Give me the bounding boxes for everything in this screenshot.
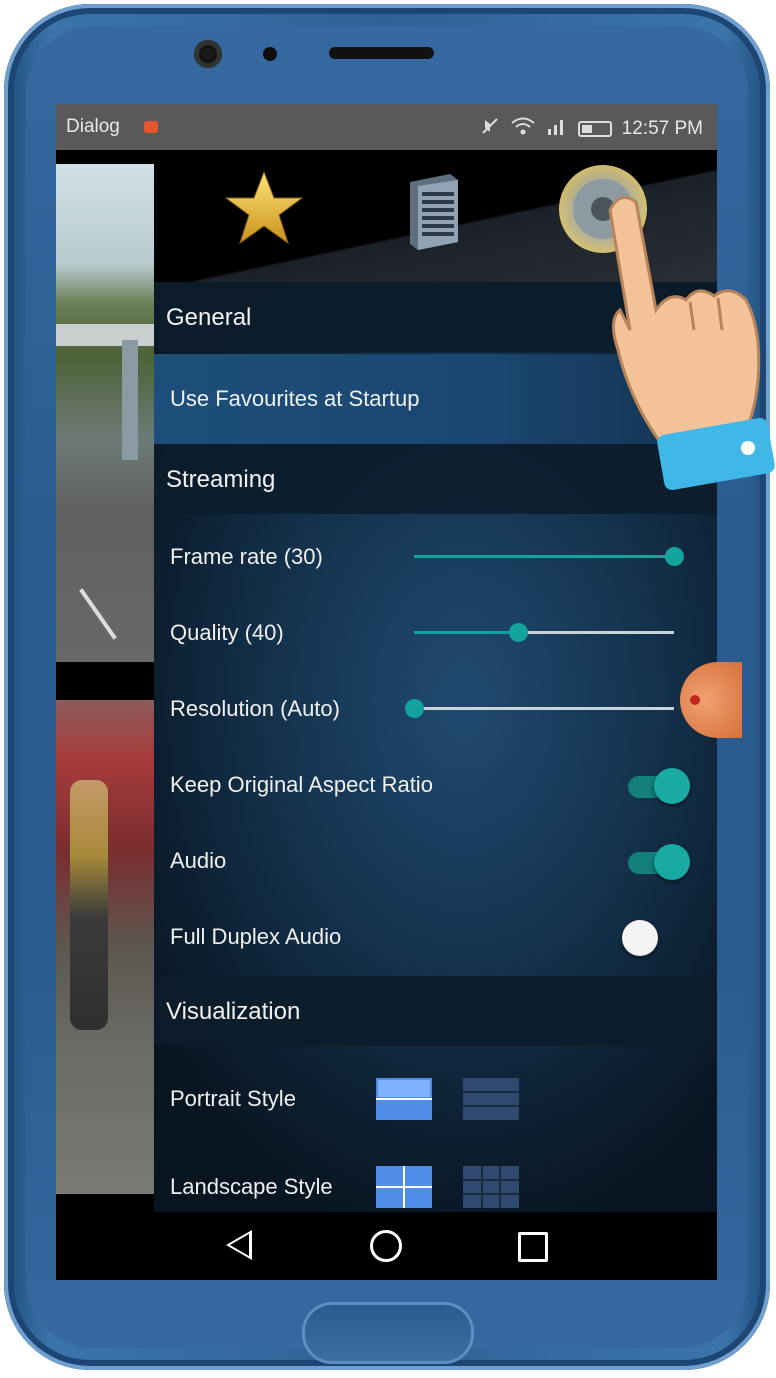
setting-label: Full Duplex Audio bbox=[170, 924, 342, 949]
full-duplex-switch[interactable] bbox=[622, 920, 684, 956]
battery-icon bbox=[577, 121, 612, 137]
status-app-name: Dialog bbox=[66, 116, 120, 137]
mute-icon bbox=[480, 116, 500, 142]
thumbnail-lane bbox=[79, 588, 117, 640]
camera-thumbnail-2[interactable] bbox=[56, 700, 154, 1194]
landscape-layout-grid-icon[interactable] bbox=[463, 1166, 519, 1208]
setting-label: Audio bbox=[170, 848, 227, 873]
thumbnail-person bbox=[70, 780, 108, 1030]
switch-thumb bbox=[654, 844, 690, 880]
front-camera bbox=[194, 40, 222, 68]
section-title: General bbox=[166, 304, 252, 331]
frame-rate-slider[interactable] bbox=[414, 547, 684, 566]
notification-icon bbox=[144, 121, 158, 133]
setting-label: Keep Original Aspect Ratio bbox=[170, 772, 433, 797]
setting-label: Quality (40) bbox=[170, 620, 284, 645]
section-title: Visualization bbox=[166, 998, 301, 1025]
home-icon[interactable] bbox=[370, 1230, 402, 1262]
setting-label: Resolution (Auto) bbox=[170, 696, 340, 721]
status-icons: 12:57 PM bbox=[480, 116, 703, 142]
portrait-layout-single-icon[interactable] bbox=[376, 1078, 432, 1120]
server-icon[interactable] bbox=[402, 172, 460, 252]
setting-label: Portrait Style bbox=[170, 1086, 296, 1111]
camera-thumbnail-1[interactable] bbox=[56, 164, 154, 662]
switch-thumb bbox=[654, 768, 690, 804]
audio-switch[interactable] bbox=[628, 844, 690, 880]
signal-icon bbox=[546, 117, 568, 141]
thumbnail-pillar bbox=[122, 340, 138, 460]
setting-full-duplex[interactable]: Full Duplex Audio bbox=[154, 900, 717, 974]
slider-fill bbox=[414, 555, 674, 558]
setting-quality[interactable]: Quality (40) bbox=[154, 596, 717, 670]
navigation-bar bbox=[56, 1212, 717, 1280]
proximity-sensor bbox=[263, 47, 277, 61]
switch-thumb bbox=[622, 920, 658, 956]
setting-label: Use Favourites at Startup bbox=[170, 386, 420, 411]
slider-knob[interactable] bbox=[405, 699, 424, 718]
home-hardware-button[interactable] bbox=[302, 1302, 474, 1364]
landscape-layout-quad-icon[interactable] bbox=[376, 1166, 432, 1208]
wifi-icon bbox=[510, 116, 536, 142]
pointing-hand-icon bbox=[608, 196, 775, 491]
status-bar: Dialog 12:57 PM bbox=[56, 104, 717, 150]
slider-knob[interactable] bbox=[665, 547, 684, 566]
setting-keep-aspect[interactable]: Keep Original Aspect Ratio bbox=[154, 748, 717, 822]
setting-portrait-style: Portrait Style bbox=[154, 1062, 717, 1136]
portrait-layout-split-icon[interactable] bbox=[463, 1078, 519, 1120]
setting-frame-rate[interactable]: Frame rate (30) bbox=[154, 520, 717, 594]
recent-apps-icon[interactable] bbox=[518, 1232, 548, 1262]
status-time: 12:57 PM bbox=[621, 118, 703, 139]
section-title: Streaming bbox=[166, 466, 276, 493]
star-icon[interactable] bbox=[224, 170, 304, 246]
setting-resolution[interactable]: Resolution (Auto) bbox=[154, 672, 717, 746]
slider-fill bbox=[414, 631, 518, 634]
slider-knob[interactable] bbox=[509, 623, 528, 642]
keep-aspect-switch[interactable] bbox=[628, 768, 690, 804]
setting-label: Frame rate (30) bbox=[170, 544, 323, 569]
section-visualization: Visualization bbox=[154, 976, 717, 1046]
setting-audio[interactable]: Audio bbox=[154, 824, 717, 898]
setting-label: Landscape Style bbox=[170, 1174, 333, 1199]
quality-slider[interactable] bbox=[414, 623, 674, 642]
back-icon[interactable] bbox=[226, 1230, 252, 1260]
resolution-slider[interactable] bbox=[405, 699, 674, 718]
earpiece-speaker bbox=[329, 47, 434, 59]
thumbnail-bridge bbox=[56, 324, 154, 346]
